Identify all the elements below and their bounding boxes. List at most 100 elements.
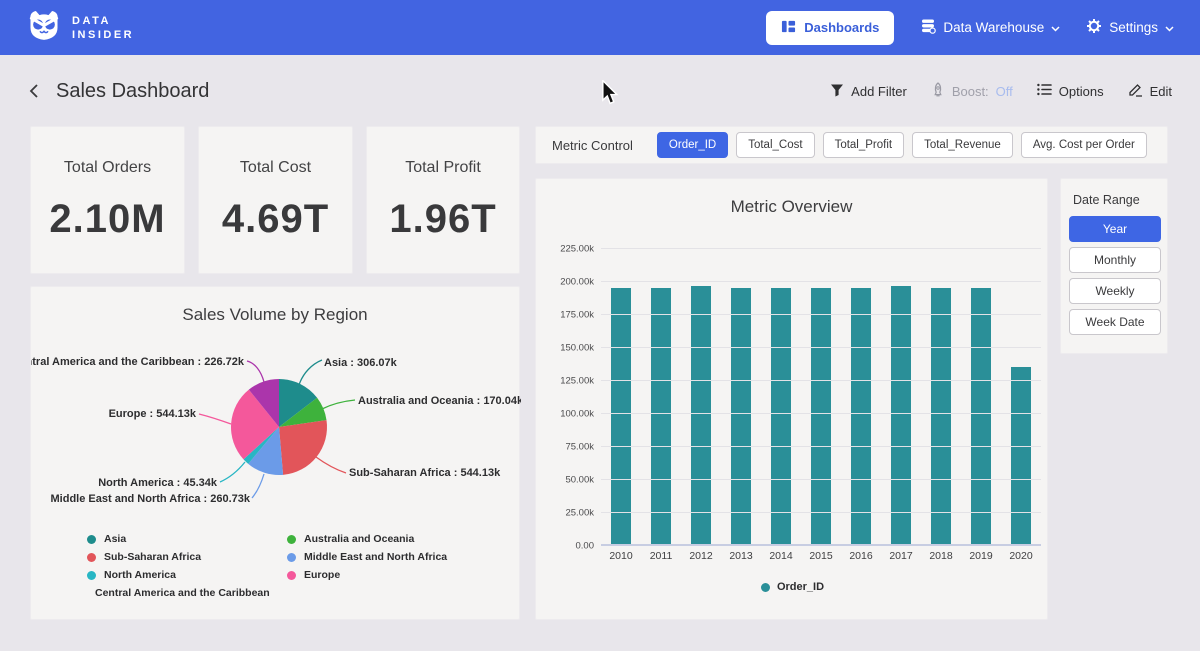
pie-label-europe: Europe : 544.13k [109,408,197,420]
x-tick-label: 2018 [921,550,961,562]
bar-2016[interactable] [851,288,871,547]
dashboards-button[interactable]: Dashboards [766,11,894,45]
bar-2011[interactable] [651,288,671,547]
metric-button-avg-cost-per-order[interactable]: Avg. Cost per Order [1021,132,1147,158]
y-tick-label: 100.00k [560,409,594,420]
pie-chart: Central America and the Caribbean : 226.… [31,345,521,545]
gridline [601,446,1041,447]
add-filter-label: Add Filter [851,84,907,99]
x-tick-label: 2011 [641,550,681,562]
gridline [601,512,1041,513]
pencil-icon [1128,82,1143,100]
bar-2015[interactable] [811,288,831,546]
y-tick-label: 150.00k [560,343,594,354]
pie-slice-sub-saharan-africa[interactable] [279,420,327,475]
bar-2012[interactable] [691,286,711,546]
date-range-button-year[interactable]: Year [1069,216,1161,242]
legend-item-central-america-and-the-caribbean[interactable]: Central America and the Caribbean [87,587,259,599]
bar-2010[interactable] [611,288,631,546]
legend-label: Central America and the Caribbean [95,587,270,599]
bar-2018[interactable] [931,288,951,546]
legend-item-europe[interactable]: Europe [287,569,447,581]
legend-item-middle-east-and-north-africa[interactable]: Middle East and North Africa [287,551,447,563]
legend-label: Middle East and North Africa [304,551,447,563]
bar-chart-title: Metric Overview [536,179,1047,217]
metric-control-bar: Metric Control Order_IDTotal_CostTotal_P… [535,126,1168,164]
pie-label-asia: Asia : 306.07k [324,357,398,369]
settings-menu[interactable]: Settings [1086,18,1174,37]
boost-label: Boost: [952,84,989,99]
legend-dot [87,571,96,580]
navbar: DATA INSIDER Dashboards [0,0,1200,55]
pie-chart-panel: Sales Volume by Region Central America a… [30,286,520,620]
data-warehouse-menu[interactable]: Data Warehouse [920,18,1060,37]
legend-label: Asia [104,533,126,545]
settings-label: Settings [1109,20,1158,35]
pie-label-subsaharan: Sub-Saharan Africa : 544.13k [349,467,501,479]
date-range-buttons: Year Monthly Weekly Week Date [1069,216,1159,335]
x-tick-label: 2020 [1001,550,1041,562]
bar-2019[interactable] [971,288,991,547]
y-tick-label: 125.00k [560,376,594,387]
gridline [601,413,1041,414]
gridline [601,281,1041,282]
chevron-down-icon [1051,20,1060,35]
legend-item-sub-saharan-africa[interactable]: Sub-Saharan Africa [87,551,259,563]
back-button[interactable] [28,83,40,99]
x-tick-label: 2010 [601,550,641,562]
bar-2013[interactable] [731,288,751,546]
legend-label: Order_ID [777,581,824,593]
legend-label: Europe [304,569,340,581]
legend-label: Sub-Saharan Africa [104,551,201,563]
brand-line1: DATA [72,14,134,28]
boost-toggle[interactable]: Boost: Off [931,82,1013,100]
metric-button-order-id[interactable]: Order_ID [657,132,728,158]
date-range-button-monthly[interactable]: Monthly [1069,247,1161,273]
boost-value: Off [996,84,1013,99]
page-title: Sales Dashboard [56,80,209,103]
leader-line [299,360,322,385]
kpi-card-total-profit: Total Profit 1.96T [366,126,520,274]
gridline [601,248,1041,249]
x-tick-label: 2017 [881,550,921,562]
bar-2017[interactable] [891,286,911,546]
pie-legend: Asia Sub-Saharan Africa North America Centr… [87,533,447,599]
bar-chart-legend[interactable]: Order_ID [536,581,1049,593]
y-tick-label: 0.00 [576,541,595,552]
x-tick-label: 2014 [761,550,801,562]
date-range-label: Date Range [1073,193,1159,207]
legend-item-australia-and-oceania[interactable]: Australia and Oceania [287,533,447,545]
bar-2014[interactable] [771,288,791,546]
brand-logo[interactable]: DATA INSIDER [26,7,134,48]
data-warehouse-label: Data Warehouse [943,20,1044,35]
edit-button[interactable]: Edit [1128,82,1172,100]
x-tick-label: 2015 [801,550,841,562]
dashboards-label: Dashboards [804,20,879,35]
legend-item-asia[interactable]: Asia [87,533,259,545]
metric-button-total-profit[interactable]: Total_Profit [823,132,905,158]
chevron-down-icon [1165,20,1174,35]
x-tick-label: 2013 [721,550,761,562]
rocket-icon [931,82,945,100]
date-range-button-weekly[interactable]: Weekly [1069,278,1161,304]
kpi-card-total-orders: Total Orders 2.10M [30,126,185,274]
metric-button-total-cost[interactable]: Total_Cost [736,132,814,158]
pie-label-north-america: North America : 45.34k [98,477,218,489]
kpi-value: 4.69T [222,197,329,242]
options-button[interactable]: Options [1037,83,1104,99]
leader-line [252,474,264,498]
legend-item-north-america[interactable]: North America [87,569,259,581]
database-icon [920,18,936,37]
legend-dot [287,571,296,580]
gridline [601,347,1041,348]
date-range-button-week-date[interactable]: Week Date [1069,309,1161,335]
add-filter-button[interactable]: Add Filter [830,83,907,100]
bar-2020[interactable] [1011,367,1031,546]
date-range-panel: Date Range Year Monthly Weekly Week Date [1060,178,1168,354]
metric-button-total-revenue[interactable]: Total_Revenue [912,132,1013,158]
x-tick-label: 2012 [681,550,721,562]
y-tick-label: 175.00k [560,310,594,321]
kpi-label: Total Cost [240,159,311,177]
legend-dot [761,583,770,592]
y-tick-label: 225.00k [560,244,594,255]
